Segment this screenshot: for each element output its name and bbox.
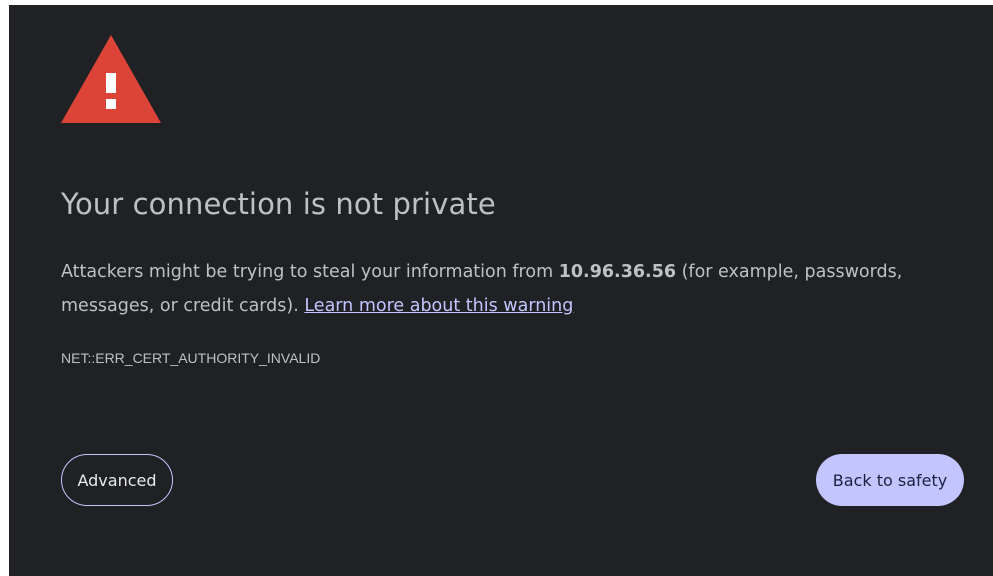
page-title: Your connection is not private: [61, 187, 496, 221]
error-code: NET::ERR_CERT_AUTHORITY_INVALID: [61, 350, 321, 366]
host-address: 10.96.36.56: [558, 262, 677, 282]
learn-more-link[interactable]: Learn more about this warning: [304, 296, 573, 316]
warning-message: Attackers might be trying to steal your …: [61, 255, 971, 323]
warning-triangle-icon: [61, 35, 161, 123]
advanced-button[interactable]: Advanced: [61, 454, 173, 506]
interstitial-page: Your connection is not private Attackers…: [9, 5, 993, 576]
back-to-safety-button[interactable]: Back to safety: [816, 454, 964, 506]
message-text-pre: Attackers might be trying to steal your …: [61, 262, 559, 282]
